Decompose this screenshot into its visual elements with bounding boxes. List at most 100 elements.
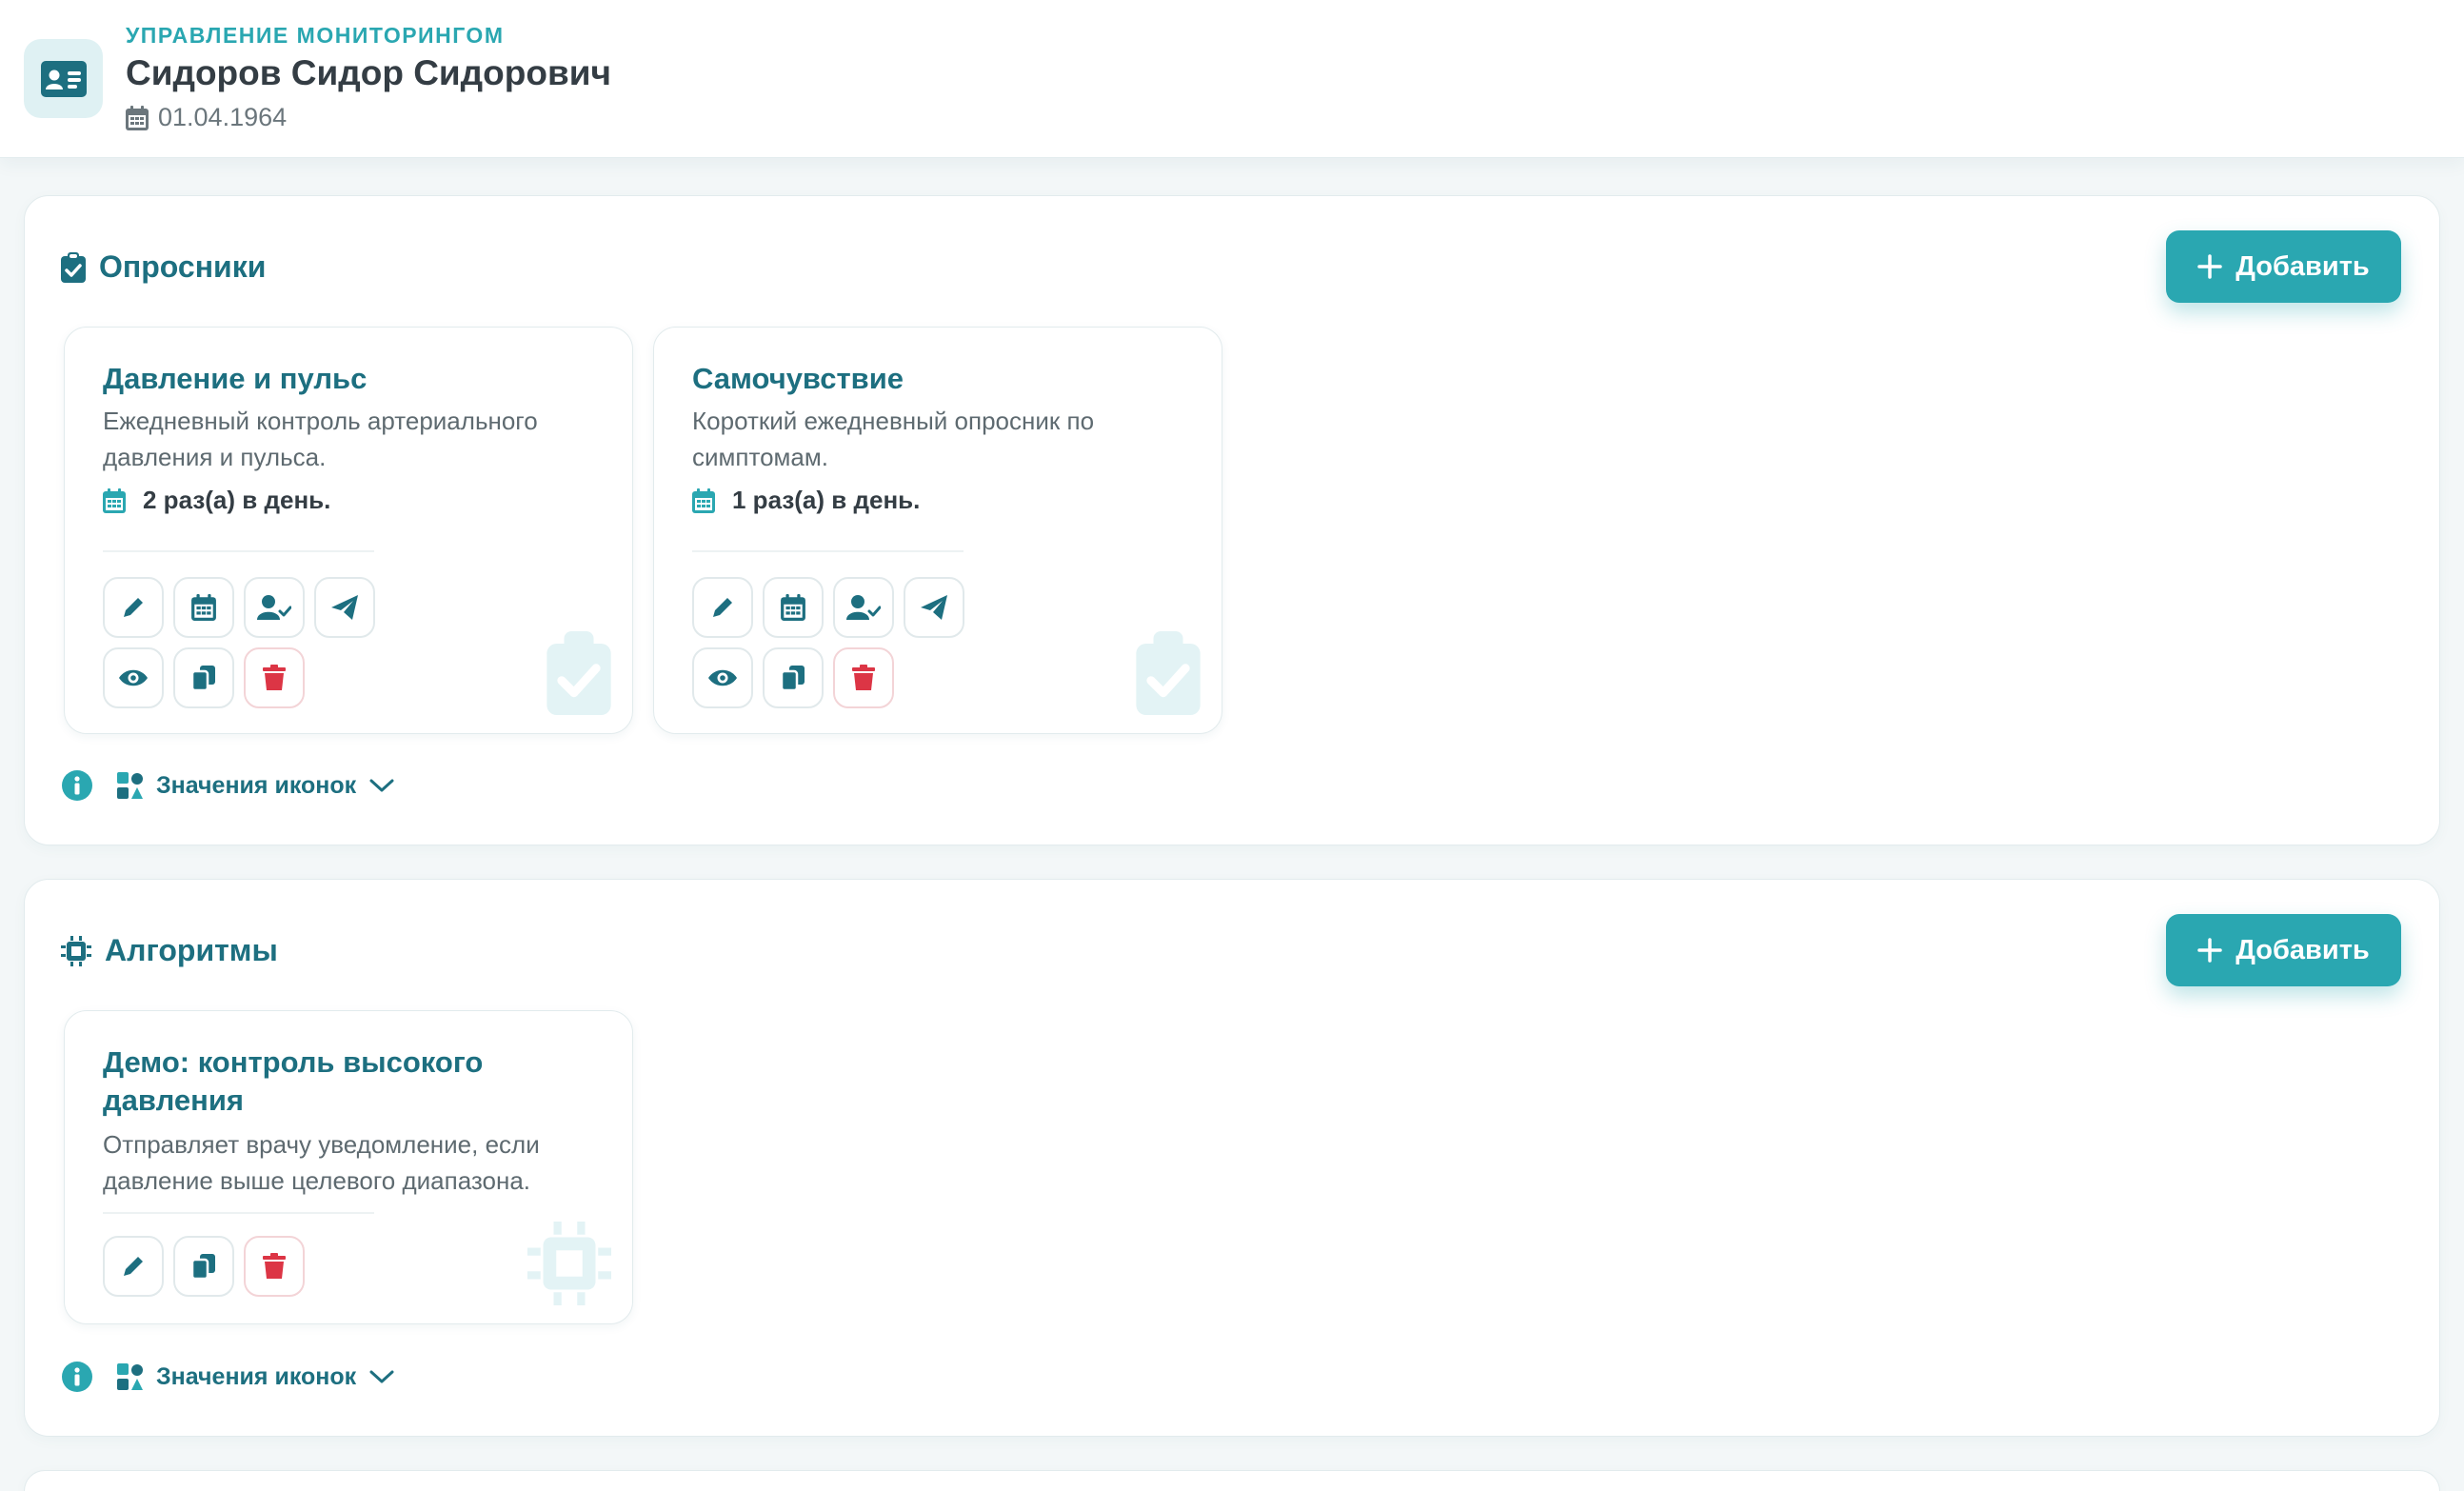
birth-date: 01.04.1964 xyxy=(126,103,287,132)
questionnaire-card-title: Самочувствие xyxy=(692,362,904,395)
birth-date-value: 01.04.1964 xyxy=(158,103,288,131)
card-actions-row xyxy=(692,577,964,638)
title-line: Демо: контроль высокого xyxy=(103,1045,484,1079)
card-actions-row xyxy=(103,647,305,708)
add-questionnaire-label: Добавить xyxy=(2235,250,2370,282)
add-questionnaire-button[interactable]: Добавить xyxy=(2166,230,2401,303)
copy-button[interactable] xyxy=(173,1236,234,1297)
info-icon xyxy=(62,1362,92,1392)
card-divider xyxy=(692,550,964,552)
clipboard-check-watermark-icon xyxy=(546,631,611,720)
shapes-icon xyxy=(117,1363,143,1390)
questionnaires-title-text: Опросники xyxy=(99,249,267,284)
copy-button[interactable] xyxy=(173,647,234,708)
algorithms-title-text: Алгоритмы xyxy=(105,933,278,967)
eye-icon xyxy=(708,669,737,686)
delete-button[interactable] xyxy=(833,647,894,708)
send-button[interactable] xyxy=(314,577,375,638)
id-card-icon xyxy=(24,39,103,118)
questionnaire-card-description: Короткий ежедневный опросник по симптома… xyxy=(692,403,1187,475)
icon-legend-toggle[interactable]: Значения иконок xyxy=(61,1361,394,1393)
clipboard-check-icon xyxy=(61,251,86,283)
description-line: Короткий ежедневный опросник по xyxy=(692,407,1095,435)
edit-button[interactable] xyxy=(103,1236,164,1297)
patient-name: Сидоров Сидор Сидорович xyxy=(126,53,611,92)
icon-legend-label: Значения иконок xyxy=(156,1362,357,1390)
description-line: Отправляет врачу уведомление, если xyxy=(103,1130,540,1159)
trash-icon xyxy=(852,665,875,690)
description-line: давления и пульса. xyxy=(103,443,327,471)
questionnaire-card: Самочувствие Короткий ежедневный опросни… xyxy=(653,327,1222,734)
algorithm-card-title: Демо: контроль высокого давления xyxy=(103,1044,598,1120)
clipboard-check-watermark-icon xyxy=(1136,631,1201,720)
view-button[interactable] xyxy=(692,647,753,708)
paper-plane-icon xyxy=(331,595,358,620)
description-line: Ежедневный контроль артериального xyxy=(103,407,538,435)
shapes-icon xyxy=(117,772,143,799)
questionnaire-card: Давление и пульс Ежедневный контроль арт… xyxy=(64,327,633,734)
algorithm-card-description: Отправляет врачу уведомление, если давле… xyxy=(103,1126,598,1199)
eye-icon xyxy=(119,669,148,686)
copy-icon xyxy=(191,1254,215,1280)
algorithms-section: Алгоритмы Добавить Демо: контроль высоко… xyxy=(24,879,2440,1437)
questionnaires-section: Опросники Добавить Давление и пульс Ежед… xyxy=(24,195,2440,845)
chevron-down-icon xyxy=(369,1370,394,1383)
next-section-partial xyxy=(24,1470,2440,1491)
calendar-icon xyxy=(692,487,715,513)
user-check-icon xyxy=(257,595,291,620)
icon-legend-label: Значения иконок xyxy=(156,771,357,799)
calendar-icon xyxy=(191,594,216,621)
plus-icon xyxy=(2197,938,2223,963)
card-actions-row xyxy=(692,647,894,708)
algorithm-card: Демо: контроль высокого давления Отправл… xyxy=(64,1010,633,1324)
header-eyebrow: Управление мониторингом xyxy=(126,23,505,48)
card-divider xyxy=(103,1212,374,1214)
algorithms-title: Алгоритмы xyxy=(61,933,278,968)
view-button[interactable] xyxy=(103,647,164,708)
schedule-button[interactable] xyxy=(173,577,234,638)
pencil-icon xyxy=(124,598,143,617)
questionnaire-card-title: Давление и пульс xyxy=(103,362,368,395)
delete-button[interactable] xyxy=(244,647,305,708)
edit-button[interactable] xyxy=(103,577,164,638)
page-header: Управление мониторингом Сидоров Сидор Си… xyxy=(0,0,2464,158)
card-actions-row xyxy=(103,577,375,638)
chip-watermark-icon xyxy=(527,1222,611,1310)
description-line: давление выше целевого диапазона. xyxy=(103,1166,531,1195)
calendar-icon xyxy=(781,594,805,621)
title-line: давления xyxy=(103,1083,244,1117)
send-button[interactable] xyxy=(904,577,964,638)
trash-icon xyxy=(263,1253,286,1279)
assign-patient-button[interactable] xyxy=(244,577,305,638)
questionnaire-frequency: 2 раз(а) в день. xyxy=(103,486,330,515)
assign-patient-button[interactable] xyxy=(833,577,894,638)
frequency-text: 1 раз(а) в день. xyxy=(732,486,921,514)
delete-button[interactable] xyxy=(244,1236,305,1297)
schedule-button[interactable] xyxy=(763,577,824,638)
user-check-icon xyxy=(846,595,881,620)
pencil-icon xyxy=(124,1257,143,1276)
add-algorithm-label: Добавить xyxy=(2235,934,2370,965)
questionnaires-title: Опросники xyxy=(61,249,266,285)
paper-plane-icon xyxy=(921,595,947,620)
card-actions-row xyxy=(103,1236,305,1297)
trash-icon xyxy=(263,665,286,690)
copy-icon xyxy=(781,666,805,691)
icon-legend-toggle[interactable]: Значения иконок xyxy=(61,769,394,802)
copy-button[interactable] xyxy=(763,647,824,708)
questionnaire-frequency: 1 раз(а) в день. xyxy=(692,486,920,515)
add-algorithm-button[interactable]: Добавить xyxy=(2166,914,2401,986)
pencil-icon xyxy=(713,598,732,617)
edit-button[interactable] xyxy=(692,577,753,638)
copy-icon xyxy=(191,666,215,691)
questionnaire-card-description: Ежедневный контроль артериального давлен… xyxy=(103,403,598,475)
chevron-down-icon xyxy=(369,779,394,792)
description-line: симптомам. xyxy=(692,443,828,471)
calendar-icon xyxy=(103,487,126,513)
card-divider xyxy=(103,550,374,552)
chip-icon xyxy=(61,935,91,966)
calendar-icon xyxy=(126,105,149,130)
frequency-text: 2 раз(а) в день. xyxy=(143,486,331,514)
info-icon xyxy=(62,770,92,801)
plus-icon xyxy=(2197,254,2223,279)
